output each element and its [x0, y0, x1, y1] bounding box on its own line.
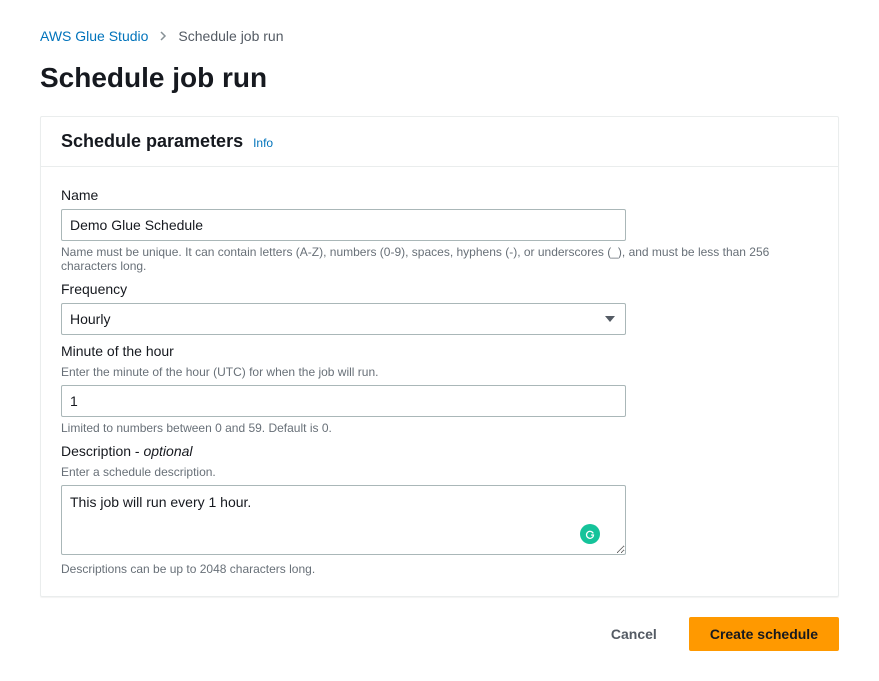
frequency-field-group: Frequency Hourly: [61, 281, 818, 335]
minute-label: Minute of the hour: [61, 343, 818, 359]
panel-title: Schedule parameters: [61, 131, 243, 152]
caret-down-icon: [603, 312, 617, 326]
cancel-button[interactable]: Cancel: [591, 617, 677, 651]
name-label: Name: [61, 187, 818, 203]
page-title: Schedule job run: [40, 62, 839, 94]
info-link[interactable]: Info: [253, 136, 273, 150]
description-textarea-wrap: [61, 485, 626, 558]
description-label-text: Description -: [61, 443, 143, 459]
breadcrumb: AWS Glue Studio Schedule job run: [40, 28, 839, 44]
panel-body: Name Name must be unique. It can contain…: [41, 167, 838, 596]
description-hint: Descriptions can be up to 2048 character…: [61, 562, 818, 576]
description-optional-text: optional: [143, 443, 192, 459]
create-schedule-button[interactable]: Create schedule: [689, 617, 839, 651]
name-field-group: Name Name must be unique. It can contain…: [61, 187, 818, 273]
breadcrumb-root-link[interactable]: AWS Glue Studio: [40, 28, 148, 44]
minute-input[interactable]: [61, 385, 626, 417]
minute-hint: Limited to numbers between 0 and 59. Def…: [61, 421, 818, 435]
breadcrumb-current: Schedule job run: [178, 28, 283, 44]
description-sublabel: Enter a schedule description.: [61, 465, 818, 479]
description-label: Description - optional: [61, 443, 818, 459]
chevron-right-icon: [158, 31, 168, 41]
schedule-parameters-panel: Schedule parameters Info Name Name must …: [40, 116, 839, 597]
name-input[interactable]: [61, 209, 626, 241]
panel-header: Schedule parameters Info: [41, 117, 838, 167]
frequency-select[interactable]: Hourly: [61, 303, 626, 335]
description-textarea[interactable]: [61, 485, 626, 555]
frequency-label: Frequency: [61, 281, 818, 297]
frequency-value: Hourly: [70, 311, 110, 327]
minute-sublabel: Enter the minute of the hour (UTC) for w…: [61, 365, 818, 379]
description-field-group: Description - optional Enter a schedule …: [61, 443, 818, 576]
name-hint: Name must be unique. It can contain lett…: [61, 245, 818, 273]
minute-field-group: Minute of the hour Enter the minute of t…: [61, 343, 818, 435]
footer-actions: Cancel Create schedule: [40, 617, 839, 651]
